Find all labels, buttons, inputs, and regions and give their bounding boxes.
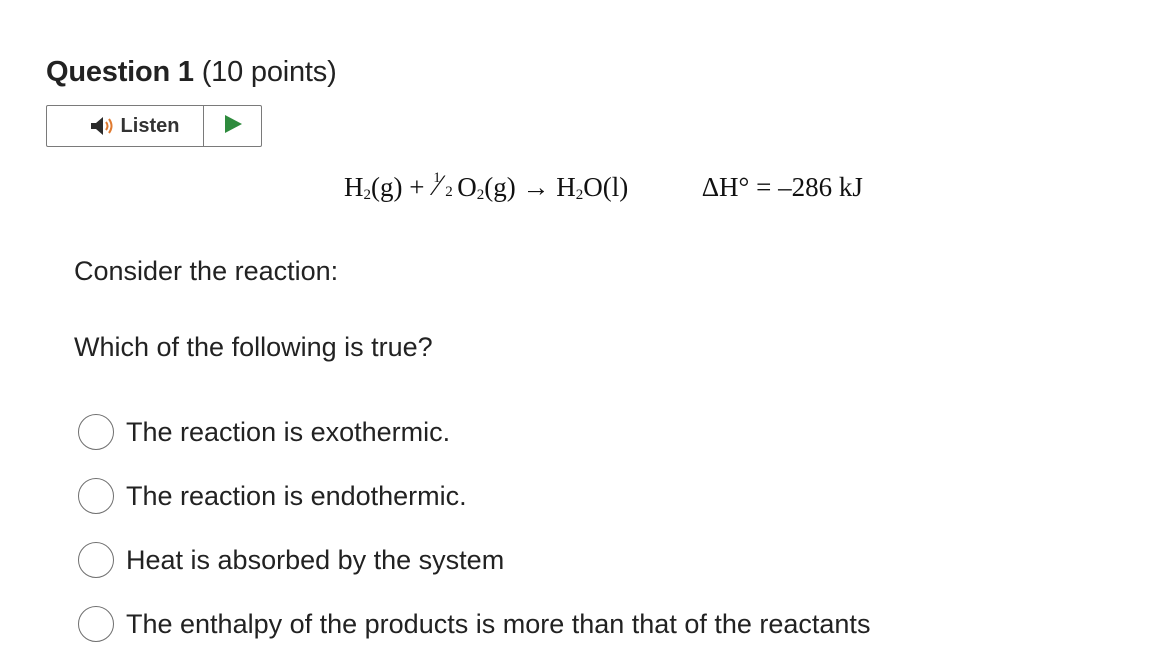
radio-button[interactable]: [78, 478, 114, 514]
answer-option[interactable]: The reaction is endothermic.: [78, 474, 467, 518]
question-points: (10 points): [201, 56, 337, 88]
radio-button[interactable]: [78, 606, 114, 642]
eq-o2-state: (g): [484, 172, 516, 202]
prompt-consider: Consider the reaction:: [74, 256, 339, 286]
question-title: Question 1 (10 points): [46, 56, 337, 89]
play-button[interactable]: [204, 106, 261, 146]
eq-h2o-o: O: [583, 172, 603, 202]
speaker-icon: [89, 115, 115, 137]
reaction-equation: H2(g) + 1 ⁄ 2 O2(g) → H2O(l) ΔH° = –286 kJ: [344, 169, 863, 203]
listen-button[interactable]: Listen: [47, 106, 204, 146]
listen-widget: Listen: [46, 105, 262, 147]
question-number: Question 1: [46, 56, 194, 88]
eq-delta-h: ΔH° = –286 kJ: [701, 172, 863, 202]
answer-option[interactable]: The enthalpy of the products is more tha…: [78, 602, 870, 646]
play-icon: [223, 114, 243, 139]
eq-frac-denominator: 2: [445, 184, 453, 200]
eq-h2-subscript: 2: [363, 187, 372, 203]
answer-option-label: The reaction is endothermic.: [126, 480, 467, 511]
answer-option-label: Heat is absorbed by the system: [126, 544, 505, 575]
answer-option-label: The enthalpy of the products is more tha…: [126, 608, 871, 639]
eq-h2o-h: H: [556, 172, 576, 202]
eq-plus: +: [409, 172, 425, 202]
answer-option[interactable]: The reaction is exothermic.: [78, 410, 450, 454]
radio-button[interactable]: [78, 414, 114, 450]
answer-option[interactable]: Heat is absorbed by the system: [78, 538, 504, 582]
eq-half-fraction: 1 ⁄ 2: [431, 169, 457, 202]
eq-frac-slash: ⁄: [435, 169, 441, 202]
eq-arrow: →: [522, 172, 550, 202]
answer-option-label: The reaction is exothermic.: [126, 416, 451, 447]
listen-label: Listen: [120, 114, 180, 137]
eq-o2: O: [457, 172, 477, 202]
radio-button[interactable]: [78, 542, 114, 578]
eq-h2: H: [344, 172, 364, 202]
prompt-which: Which of the following is true?: [74, 332, 433, 362]
eq-h2-state: (g): [371, 172, 403, 202]
eq-h2o-state: (l): [602, 172, 629, 202]
